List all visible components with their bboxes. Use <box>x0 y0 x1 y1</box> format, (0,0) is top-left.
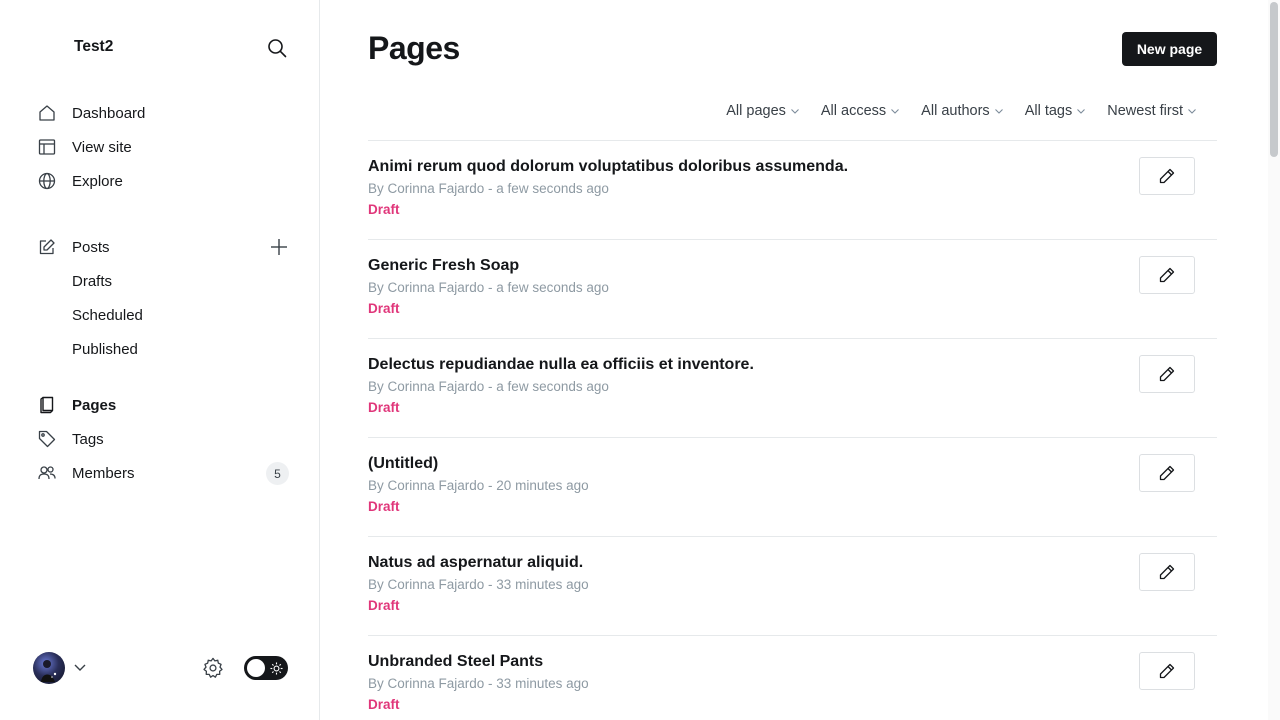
list-item[interactable]: Animi rerum quod dolorum voluptatibus do… <box>368 140 1217 239</box>
edit-button[interactable] <box>1139 454 1195 492</box>
edit-button[interactable] <box>1139 157 1195 195</box>
chevron-down-icon <box>1188 107 1196 115</box>
members-count-badge: 5 <box>266 462 289 485</box>
tag-icon <box>36 428 58 450</box>
main-content: Pages New page All pages All access All … <box>320 0 1280 720</box>
layout-icon <box>36 136 58 158</box>
sidebar-item-view-site[interactable]: View site <box>36 130 292 164</box>
status-badge: Draft <box>368 598 400 613</box>
toggle-knob <box>247 659 265 677</box>
edit-button[interactable] <box>1139 355 1195 393</box>
page-icon <box>36 394 58 416</box>
list-item[interactable]: Unbranded Steel Pants By Corinna Fajardo… <box>368 635 1217 720</box>
pencil-icon <box>1159 465 1175 481</box>
sidebar-item-explore[interactable]: Explore <box>36 164 292 198</box>
chevron-down-icon[interactable] <box>72 660 88 676</box>
users-icon <box>36 462 58 484</box>
pencil-icon <box>1159 366 1175 382</box>
chevron-down-icon <box>791 107 799 115</box>
search-icon <box>268 39 287 58</box>
globe-icon <box>36 170 58 192</box>
sidebar-item-dashboard[interactable]: Dashboard <box>36 96 292 130</box>
chevron-down-icon <box>891 107 900 115</box>
gear-icon <box>203 657 223 678</box>
chevron-down-icon <box>1077 107 1086 115</box>
list-item[interactable]: Delectus repudiandae nulla ea officiis e… <box>368 338 1217 437</box>
sidebar-item-drafts[interactable]: Drafts <box>72 264 112 298</box>
filter-label: All authors <box>921 103 990 119</box>
page-meta: By Corinna Fajardo - a few seconds ago <box>368 379 609 394</box>
list-item[interactable]: Natus ad aspernatur aliquid. By Corinna … <box>368 536 1217 635</box>
edit-button[interactable] <box>1139 652 1195 690</box>
list-item[interactable]: (Untitled) By Corinna Fajardo - 20 minut… <box>368 437 1217 536</box>
page-title-link[interactable]: Animi rerum quod dolorum voluptatibus do… <box>368 158 848 176</box>
pages-list: Animi rerum quod dolorum voluptatibus do… <box>368 140 1217 720</box>
filter-label: All pages <box>726 103 786 119</box>
sidebar-item-label: View site <box>72 138 132 156</box>
status-badge: Draft <box>368 499 400 514</box>
pencil-icon <box>1159 564 1175 580</box>
scrollbar[interactable] <box>1268 0 1280 720</box>
page-meta: By Corinna Fajardo - 20 minutes ago <box>368 478 589 493</box>
home-icon <box>36 102 58 124</box>
page-title: Pages <box>368 30 460 66</box>
sun-icon <box>269 661 283 675</box>
filter-label: All access <box>820 103 887 119</box>
filter-authors[interactable]: All authors <box>909 100 1013 122</box>
page-meta: By Corinna Fajardo - a few seconds ago <box>368 280 609 295</box>
status-badge: Draft <box>368 301 400 316</box>
filter-access[interactable]: All access <box>809 100 909 122</box>
filter-bar: All pages All access All authors All tag… <box>714 100 1206 122</box>
scrollbar-thumb[interactable] <box>1270 2 1278 157</box>
edit-button[interactable] <box>1139 553 1195 591</box>
page-meta: By Corinna Fajardo - a few seconds ago <box>368 181 609 196</box>
sidebar-item-published[interactable]: Published <box>72 332 138 366</box>
page-title-link[interactable]: Natus ad aspernatur aliquid. <box>368 554 583 572</box>
status-badge: Draft <box>368 697 400 712</box>
settings-button[interactable] <box>200 655 226 681</box>
sidebar-item-label: Members <box>72 464 135 482</box>
new-page-button[interactable]: New page <box>1122 32 1217 66</box>
page-title-link[interactable]: Delectus repudiandae nulla ea officiis e… <box>368 356 754 374</box>
edit-button[interactable] <box>1139 256 1195 294</box>
page-title-link[interactable]: Unbranded Steel Pants <box>368 653 543 671</box>
search-button[interactable] <box>264 35 290 61</box>
sidebar-item-label: Posts <box>72 238 110 256</box>
sidebar-item-label: Pages <box>72 396 117 414</box>
filter-sort[interactable]: Newest first <box>1095 100 1206 122</box>
pencil-icon <box>1159 267 1175 283</box>
list-item[interactable]: Generic Fresh Soap By Corinna Fajardo - … <box>368 239 1217 338</box>
sidebar-item-scheduled[interactable]: Scheduled <box>72 298 143 332</box>
sidebar: Test2 Dashboard View site Explore Posts … <box>0 0 320 720</box>
sidebar-item-members[interactable]: Members <box>36 456 292 490</box>
theme-toggle[interactable] <box>244 656 288 680</box>
edit-icon <box>36 236 58 258</box>
pencil-icon <box>1159 168 1175 184</box>
plus-icon <box>271 239 287 255</box>
page-title-link[interactable]: (Untitled) <box>368 455 438 473</box>
sidebar-item-label: Explore <box>72 172 123 190</box>
filter-type[interactable]: All pages <box>714 100 809 122</box>
sidebar-item-label: Dashboard <box>72 104 146 122</box>
sidebar-item-pages[interactable]: Pages <box>36 388 292 422</box>
site-title[interactable]: Test2 <box>74 38 113 56</box>
page-meta: By Corinna Fajardo - 33 minutes ago <box>368 577 589 592</box>
status-badge: Draft <box>368 202 400 217</box>
filter-tags[interactable]: All tags <box>1013 100 1096 122</box>
page-title-link[interactable]: Generic Fresh Soap <box>368 257 519 275</box>
sidebar-item-posts[interactable]: Posts <box>36 230 292 264</box>
avatar[interactable] <box>33 652 65 684</box>
page-meta: By Corinna Fajardo - 33 minutes ago <box>368 676 589 691</box>
sidebar-item-label: Tags <box>72 430 104 448</box>
filter-label: All tags <box>1024 103 1073 119</box>
status-badge: Draft <box>368 400 400 415</box>
chevron-down-icon <box>994 107 1003 115</box>
add-post-button[interactable] <box>266 234 292 260</box>
sidebar-item-tags[interactable]: Tags <box>36 422 292 456</box>
filter-label: Newest first <box>1107 103 1183 119</box>
pencil-icon <box>1159 663 1175 679</box>
